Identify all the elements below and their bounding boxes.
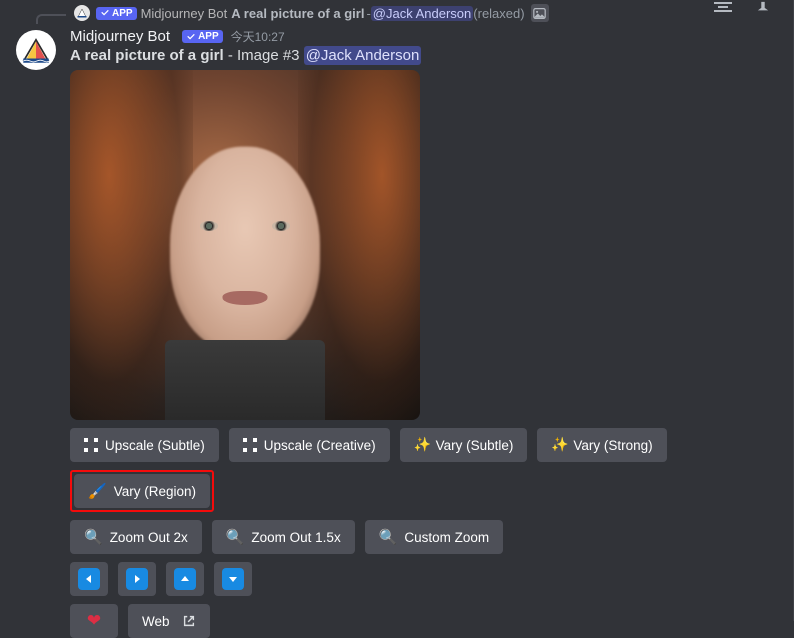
magnifier-icon: 🔍: [84, 528, 103, 546]
arrow-up-icon: [174, 568, 196, 590]
generated-image[interactable]: [70, 70, 420, 420]
button-label: Vary (Strong): [573, 438, 652, 453]
sparkle-icon: [414, 438, 429, 453]
button-row-5: ❤ Web: [70, 604, 778, 638]
app-badge-text: APP: [198, 31, 219, 42]
upscale-icon: [84, 438, 98, 452]
message-header: Midjourney Bot APP 今天10:27: [70, 28, 778, 45]
reply-prompt-summary: A real picture of a girl: [231, 6, 364, 21]
message-username[interactable]: Midjourney Bot: [70, 28, 170, 45]
prompt-line: A real picture of a girl - Image #3 @Jac…: [70, 47, 778, 64]
action-buttons: Upscale (Subtle) Upscale (Creative) Vary…: [70, 428, 778, 638]
pan-up-button[interactable]: [166, 562, 204, 596]
highlight-annotation: 🖌️ Vary (Region): [70, 470, 214, 512]
external-link-icon: [182, 614, 196, 628]
vary-subtle-button[interactable]: Vary (Subtle): [400, 428, 528, 462]
reply-suffix: (relaxed): [473, 6, 524, 21]
button-row-4: [70, 562, 778, 596]
reply-context[interactable]: APP Midjourney Bot A real picture of a g…: [0, 0, 794, 22]
reply-mention[interactable]: @Jack Anderson: [371, 6, 473, 21]
web-link-button[interactable]: Web: [128, 604, 210, 638]
pan-down-button[interactable]: [214, 562, 252, 596]
button-label: Vary (Region): [114, 484, 196, 499]
button-label: Upscale (Creative): [264, 438, 376, 453]
custom-zoom-button[interactable]: 🔍 Custom Zoom: [365, 520, 503, 554]
prompt-mention[interactable]: @Jack Anderson: [304, 46, 422, 65]
arrow-down-icon: [222, 568, 244, 590]
button-label: Vary (Subtle): [436, 438, 514, 453]
prompt-text: A real picture of a girl: [70, 47, 224, 64]
button-label: Upscale (Subtle): [105, 438, 205, 453]
zoom-out-1-5x-button[interactable]: 🔍 Zoom Out 1.5x: [212, 520, 355, 554]
arrow-left-icon: [78, 568, 100, 590]
arrow-right-icon: [126, 568, 148, 590]
message-timestamp: 今天10:27: [231, 28, 285, 45]
button-row-2: 🖌️ Vary (Region): [70, 470, 778, 512]
app-badge-text: APP: [112, 8, 133, 19]
button-row-3: 🔍 Zoom Out 2x 🔍 Zoom Out 1.5x 🔍 Custom Z…: [70, 520, 778, 554]
button-label: Custom Zoom: [404, 530, 489, 545]
brush-icon: 🖌️: [88, 484, 107, 499]
message: Midjourney Bot APP 今天10:27 A real pictur…: [0, 22, 794, 638]
image-attachment-icon: [531, 4, 549, 22]
button-row-1: Upscale (Subtle) Upscale (Creative) Vary…: [70, 428, 778, 462]
app-badge-msg: APP: [182, 30, 223, 43]
vary-strong-button[interactable]: Vary (Strong): [537, 428, 666, 462]
pan-left-button[interactable]: [70, 562, 108, 596]
sparkle-icon: [551, 438, 566, 453]
magnifier-icon: 🔍: [379, 528, 398, 546]
reply-avatar: [74, 5, 90, 21]
upscale-icon: [243, 438, 257, 452]
app-badge-reply: APP: [96, 7, 137, 20]
button-label: Web: [142, 614, 170, 629]
bot-avatar[interactable]: [16, 30, 56, 70]
prompt-image-label: - Image #3: [224, 47, 304, 64]
upscale-subtle-button[interactable]: Upscale (Subtle): [70, 428, 219, 462]
magnifier-icon: 🔍: [226, 528, 245, 546]
button-label: Zoom Out 2x: [110, 530, 188, 545]
button-label: Zoom Out 1.5x: [251, 530, 340, 545]
pan-right-button[interactable]: [118, 562, 156, 596]
heart-icon: ❤: [87, 611, 101, 631]
zoom-out-2x-button[interactable]: 🔍 Zoom Out 2x: [70, 520, 202, 554]
favorite-button[interactable]: ❤: [70, 604, 118, 638]
reply-username[interactable]: Midjourney Bot: [141, 6, 228, 21]
vary-region-button[interactable]: 🖌️ Vary (Region): [74, 474, 210, 508]
upscale-creative-button[interactable]: Upscale (Creative): [229, 428, 390, 462]
